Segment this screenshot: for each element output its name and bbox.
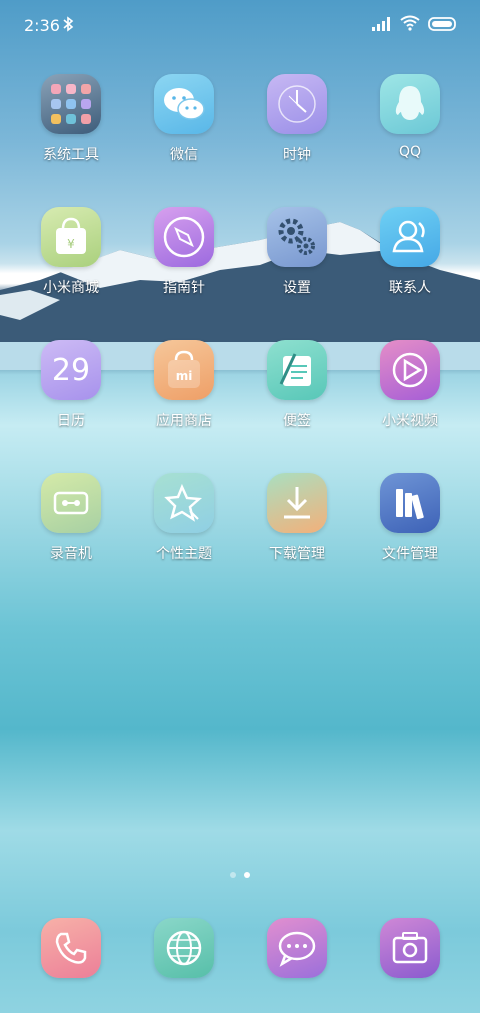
app-download-manager[interactable]: 下载管理 <box>242 473 352 563</box>
qq-icon <box>380 74 440 134</box>
bluetooth-icon <box>62 16 74 36</box>
dock-browser[interactable] <box>129 918 239 978</box>
file-manager-icon <box>380 473 440 533</box>
svg-text:mi: mi <box>176 369 193 383</box>
browser-icon <box>154 918 214 978</box>
app-label: 小米视频 <box>382 413 438 429</box>
dock-phone[interactable] <box>16 918 126 978</box>
shopping-bag-icon: ¥ <box>41 207 101 267</box>
app-contacts[interactable]: 联系人 <box>355 207 465 297</box>
video-icon <box>380 340 440 400</box>
app-notes[interactable]: 便签 <box>242 340 352 430</box>
settings-icon <box>267 207 327 267</box>
app-label: 下载管理 <box>269 546 325 562</box>
page-dot-active[interactable] <box>244 872 250 878</box>
svg-text:¥: ¥ <box>67 237 75 251</box>
app-system-tools[interactable]: 系统工具 <box>16 74 126 164</box>
app-mi-store[interactable]: ¥ 小米商城 <box>16 207 126 297</box>
app-label: 文件管理 <box>382 546 438 562</box>
app-compass[interactable]: 指南针 <box>129 207 239 297</box>
app-label: 个性主题 <box>156 546 212 562</box>
calendar-date: 29 <box>51 352 91 388</box>
app-file-manager[interactable]: 文件管理 <box>355 473 465 563</box>
app-settings[interactable]: 设置 <box>242 207 352 297</box>
clock-icon <box>267 74 327 134</box>
messages-icon <box>267 918 327 978</box>
signal-icon <box>372 16 392 35</box>
app-label: 系统工具 <box>43 147 99 163</box>
compass-icon <box>154 207 214 267</box>
page-dot[interactable] <box>230 872 236 878</box>
app-label: 小米商城 <box>43 280 99 296</box>
contacts-icon <box>380 207 440 267</box>
app-label: 时钟 <box>283 147 311 163</box>
battery-icon <box>428 16 458 35</box>
app-label: 录音机 <box>50 546 92 562</box>
app-label: 应用商店 <box>156 413 212 429</box>
status-time: 2:36 <box>24 16 60 35</box>
status-bar: 2:36 <box>0 0 480 52</box>
app-recorder[interactable]: 录音机 <box>16 473 126 563</box>
phone-icon <box>41 918 101 978</box>
wechat-icon <box>154 74 214 134</box>
app-calendar[interactable]: 29 日历 <box>16 340 126 430</box>
app-clock[interactable]: 时钟 <box>242 74 352 164</box>
recorder-icon <box>41 473 101 533</box>
calendar-icon: 29 <box>41 340 101 400</box>
app-label: 微信 <box>170 147 198 163</box>
app-qq[interactable]: QQ <box>355 74 465 160</box>
app-wechat[interactable]: 微信 <box>129 74 239 164</box>
app-label: 联系人 <box>389 280 431 296</box>
app-label: 设置 <box>283 280 311 296</box>
app-app-store[interactable]: mi 应用商店 <box>129 340 239 430</box>
camera-icon <box>380 918 440 978</box>
themes-icon <box>154 473 214 533</box>
dock-camera[interactable] <box>355 918 465 978</box>
notes-icon <box>267 340 327 400</box>
folder-icon <box>41 74 101 134</box>
wifi-icon <box>400 15 420 35</box>
dock-messages[interactable] <box>242 918 352 978</box>
app-label: 便签 <box>283 413 311 429</box>
app-label: QQ <box>398 144 422 160</box>
app-store-icon: mi <box>154 340 214 400</box>
app-themes[interactable]: 个性主题 <box>129 473 239 563</box>
app-mi-video[interactable]: 小米视频 <box>355 340 465 430</box>
download-icon <box>267 473 327 533</box>
page-indicator <box>0 872 480 878</box>
app-label: 指南针 <box>163 280 205 296</box>
app-label: 日历 <box>57 413 85 429</box>
